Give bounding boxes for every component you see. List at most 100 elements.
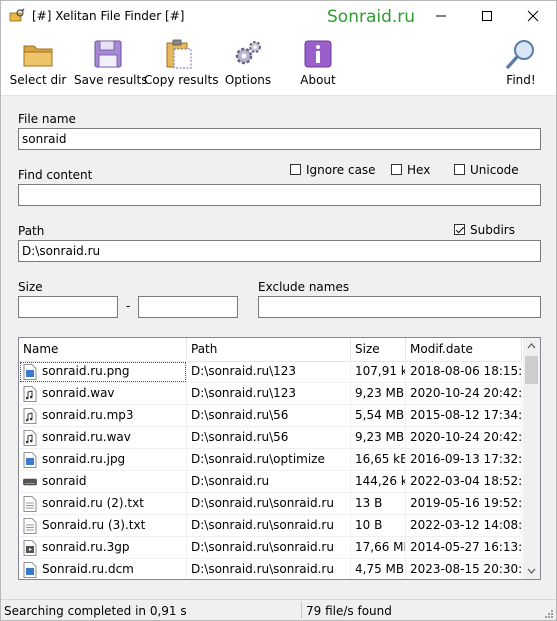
cell-date-text: 2020-10-24 20:42:42 xyxy=(410,430,522,444)
window-title: [#] Xelitan File Finder [#] xyxy=(32,9,185,23)
table-row[interactable]: sonraid.ru.mp3 D:\sonraid.ru\56 5,54 MB 201… xyxy=(19,405,522,427)
ignore-case-label: Ignore case xyxy=(306,163,376,177)
drive-file-icon xyxy=(23,478,37,486)
hex-box[interactable] xyxy=(391,164,402,175)
copy-results-label: Copy results xyxy=(144,73,219,87)
cell-name: sonraid.ru.3gp xyxy=(19,537,187,559)
results-scrollbar[interactable] xyxy=(523,338,540,579)
cell-path: D:\sonraid.ru xyxy=(187,471,351,493)
cell-name: sonraid.ru.png xyxy=(19,361,187,383)
size-separator: - xyxy=(126,299,131,313)
cell-path: D:\sonraid.ru\sonraid.ru xyxy=(187,515,351,537)
minimize-icon xyxy=(436,15,446,17)
cell-name: sonraid.ru.mp3 xyxy=(19,405,187,427)
resize-grip-icon[interactable] xyxy=(544,609,554,619)
cell-path: D:\sonraid.ru\sonraid.ru xyxy=(187,493,351,515)
table-row[interactable]: Sonraid.ru.dcm D:\sonraid.ru\sonraid.ru 4,… xyxy=(19,559,522,579)
options-label: Options xyxy=(224,73,272,87)
cell-path: D:\sonraid.ru\sonraid.ru xyxy=(187,537,351,559)
table-row[interactable]: sonraid.wav D:\sonraid.ru\123 9,23 MB 2020-… xyxy=(19,383,522,405)
cell-path-text: D:\sonraid.ru\sonraid.ru xyxy=(191,518,334,532)
title-bar: [#] Xelitan File Finder [#] Sonraid.ru xyxy=(1,1,556,32)
cell-size: 17,66 MB xyxy=(351,537,406,559)
status-bar: Searching completed in 0,91 s 79 file/s … xyxy=(1,599,556,620)
cell-date: 2020-10-24 20:42:42 xyxy=(406,383,522,405)
unicode-box[interactable] xyxy=(454,164,465,175)
path-label: Path xyxy=(18,224,45,238)
cell-size: 9,23 MB xyxy=(351,383,406,405)
app-icon xyxy=(9,8,25,22)
save-results-button[interactable]: Save results xyxy=(74,32,147,95)
cell-date-text: 2018-08-06 18:15:06 xyxy=(410,364,522,378)
copy-results-button[interactable]: Copy results xyxy=(144,32,219,95)
column-header-name[interactable]: Name xyxy=(19,338,187,361)
cell-name: Sonraid.ru (3).txt xyxy=(19,515,187,537)
cell-date: 2022-03-04 18:52:40 xyxy=(406,471,522,493)
minimize-button[interactable] xyxy=(419,1,465,32)
cell-name-text: sonraid.wav xyxy=(42,386,115,400)
subdirs-box[interactable] xyxy=(454,224,465,235)
subdirs-label: Subdirs xyxy=(470,223,515,237)
size-max-input[interactable] xyxy=(138,296,238,318)
cell-size: 4,75 MB xyxy=(351,559,406,579)
maximize-icon xyxy=(482,11,492,21)
column-header-path[interactable]: Path xyxy=(187,338,351,361)
table-row[interactable]: sonraid D:\sonraid.ru 144,26 kB 2022-03-04 … xyxy=(19,471,522,493)
cell-name-text: sonraid.ru.png xyxy=(42,364,130,378)
column-header-size[interactable]: Size xyxy=(351,338,406,361)
cell-path-text: D:\sonraid.ru\sonraid.ru xyxy=(191,496,334,510)
cell-name-text: sonraid.ru.wav xyxy=(42,430,131,444)
exclude-names-input[interactable] xyxy=(258,296,541,318)
table-row[interactable]: Sonraid.ru (3).txt D:\sonraid.ru\sonraid.… xyxy=(19,515,522,537)
table-row[interactable]: sonraid.ru.png D:\sonraid.ru\123 107,91 kB… xyxy=(19,361,522,383)
find-content-input[interactable] xyxy=(18,184,541,206)
status-message: Searching completed in 0,91 s xyxy=(4,604,187,618)
text-file-icon xyxy=(23,518,37,534)
cell-size: 13 B xyxy=(351,493,406,515)
table-row[interactable]: sonraid.ru (2).txt D:\sonraid.ru\sonraid.… xyxy=(19,493,522,515)
find-button[interactable]: Find! xyxy=(501,32,541,95)
cell-name-text: sonraid.ru (2).txt xyxy=(42,496,144,510)
status-file-count: 79 file/s found xyxy=(306,604,392,618)
close-button[interactable] xyxy=(511,1,556,32)
scroll-up-icon[interactable] xyxy=(523,338,540,355)
cell-path: D:\sonraid.ru\123 xyxy=(187,383,351,405)
image-file-icon xyxy=(23,452,37,468)
ignore-case-box[interactable] xyxy=(290,164,301,175)
size-min-input[interactable] xyxy=(18,296,118,318)
table-row[interactable]: sonraid.ru.wav D:\sonraid.ru\56 9,23 MB 202… xyxy=(19,427,522,449)
column-header-date[interactable]: Modif.date xyxy=(406,338,522,361)
app-window: [#] Xelitan File Finder [#] Sonraid.ru S… xyxy=(0,0,557,621)
cell-name-text: sonraid.ru.3gp xyxy=(42,540,130,554)
folder-icon xyxy=(23,45,53,67)
cell-size-text: 10 B xyxy=(355,518,383,532)
find-label: Find! xyxy=(506,73,536,87)
cell-date: 2016-09-13 17:32:16 xyxy=(406,449,522,471)
results-list[interactable]: Name Path Size Modif.date sonraid.ru.png… xyxy=(18,337,541,580)
cell-path: D:\sonraid.ru\123 xyxy=(187,361,351,383)
cell-path-text: D:\sonraid.ru\sonraid.ru xyxy=(191,540,334,554)
cell-date: 2019-05-16 19:52:02 xyxy=(406,493,522,515)
file-name-input[interactable]: sonraid xyxy=(18,128,541,150)
cell-size: 9,23 MB xyxy=(351,427,406,449)
cell-name-text: sonraid.ru.mp3 xyxy=(42,408,134,422)
cell-path-text: D:\sonraid.ru\123 xyxy=(191,386,297,400)
path-input[interactable]: D:\sonraid.ru xyxy=(18,240,541,262)
select-dir-button[interactable]: Select dir xyxy=(9,32,67,95)
cell-date-text: 2015-08-12 17:34:42 xyxy=(410,408,522,422)
image-file-icon xyxy=(23,364,37,380)
cell-size-text: 144,26 kB xyxy=(355,474,405,488)
cell-date-text: 2022-03-12 14:08:52 xyxy=(410,518,522,532)
info-icon xyxy=(304,40,332,68)
video-file-icon xyxy=(23,540,37,556)
scroll-down-icon[interactable] xyxy=(523,562,540,579)
options-button[interactable]: Options xyxy=(221,32,275,95)
scroll-thumb[interactable] xyxy=(525,356,538,384)
table-row[interactable]: sonraid.ru.3gp D:\sonraid.ru\sonraid.ru 17… xyxy=(19,537,522,559)
about-button[interactable]: About xyxy=(297,32,339,95)
audio-file-icon xyxy=(23,430,37,446)
maximize-button[interactable] xyxy=(465,1,511,32)
table-row[interactable]: sonraid.ru.jpg D:\sonraid.ru\optimize 16,6… xyxy=(19,449,522,471)
status-separator xyxy=(301,602,302,618)
cell-date-text: 2023-08-15 20:30:44 xyxy=(410,562,522,576)
